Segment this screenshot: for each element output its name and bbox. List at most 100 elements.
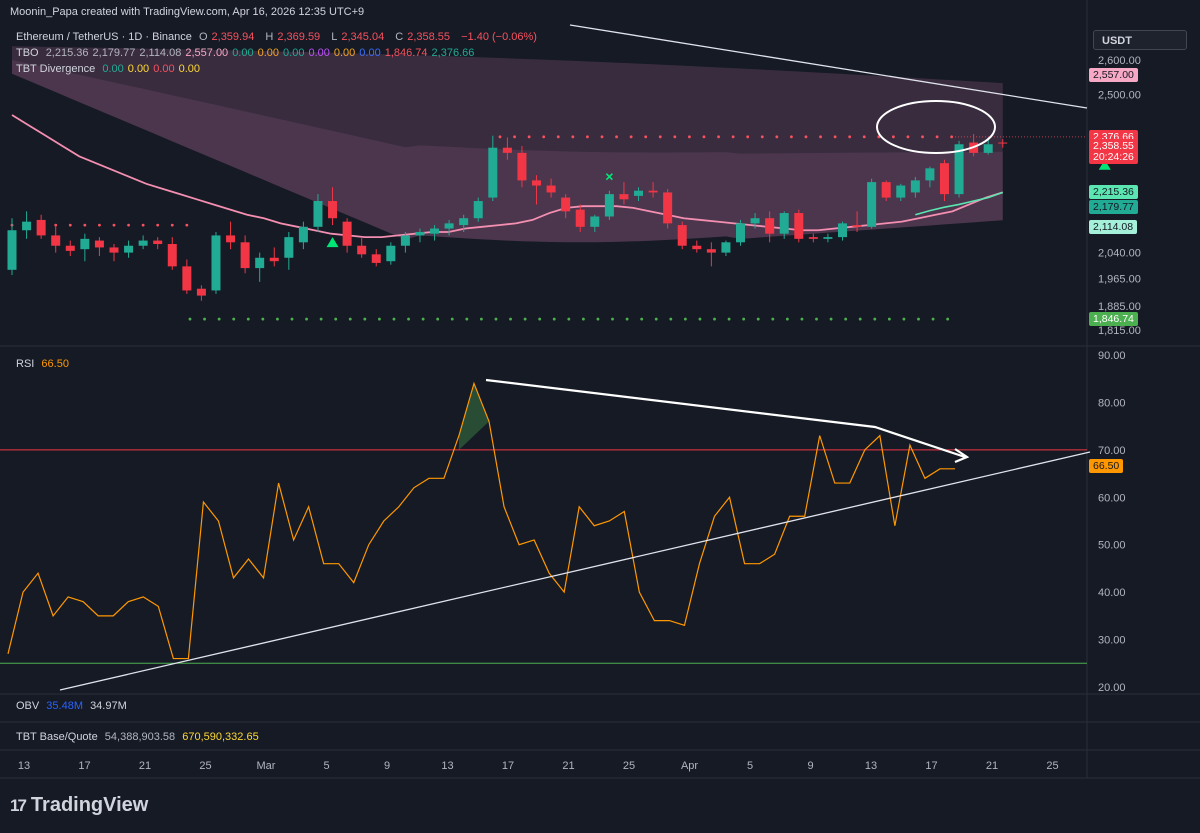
candle-up [459, 218, 469, 226]
candle-up [590, 216, 600, 227]
candle-up [7, 230, 17, 270]
support-dot [713, 317, 716, 321]
support-dot [567, 317, 571, 321]
symbol-name[interactable]: Ethereum / TetherUS · 1D · Binance [16, 31, 192, 43]
divergence-legend[interactable]: TBT Divergence 0.00 0.00 0.00 0.00 [16, 63, 204, 75]
candle-up [313, 201, 323, 227]
candle-down [532, 180, 542, 186]
candle-down [998, 142, 1008, 144]
obv-name: OBV [16, 700, 40, 712]
obv-legend[interactable]: OBV 35.48M 34.97M [16, 700, 131, 712]
support-dot [509, 317, 512, 321]
support-dot [800, 317, 804, 321]
resistance-dot [702, 135, 706, 139]
close-value: 2,358.55 [407, 31, 451, 43]
support-dot [188, 317, 192, 321]
candle-up [488, 147, 498, 198]
support-dot [334, 317, 338, 321]
time-axis-label: 21 [986, 760, 998, 772]
candle-down [342, 221, 352, 246]
resistance-dot [717, 135, 720, 139]
support-dot [523, 317, 527, 321]
time-axis-label: 9 [807, 760, 813, 772]
candle-up [80, 238, 90, 250]
candle-up [604, 194, 614, 217]
tradingview-logo-icon: 17 [10, 795, 27, 815]
candle-up [896, 185, 906, 198]
time-axis-label: 5 [747, 760, 753, 772]
support-dot [873, 317, 877, 321]
candle-down [939, 163, 949, 195]
support-dot [538, 317, 542, 321]
resistance-dot [848, 135, 852, 139]
tbo-value-11: 2,376.66 [431, 47, 475, 59]
time-axis-label: 13 [865, 760, 877, 772]
candle-down [517, 152, 527, 181]
candle-down [706, 249, 716, 253]
resistance-dot [906, 135, 910, 139]
time-axis-label: 25 [1046, 760, 1058, 772]
tbo-value-5: 0.00 [257, 47, 280, 59]
support-dot [378, 317, 381, 321]
resistance-dot [746, 135, 750, 139]
support-dot [203, 317, 206, 321]
rsi-axis-label: 70.00 [1098, 445, 1126, 457]
currency-button[interactable]: USDT [1093, 30, 1187, 50]
time-axis-label: 13 [18, 760, 30, 772]
support-dot [407, 317, 410, 321]
candle-up [284, 237, 294, 258]
tradingview-chart[interactable]: 2,600.002,500.002,040.001,965.001,885.00… [0, 0, 1200, 833]
support-dot [232, 317, 236, 321]
candle-down [561, 197, 571, 212]
high-value: 2,369.59 [277, 31, 321, 43]
support-dot [844, 317, 848, 321]
support-dot [348, 317, 352, 321]
rsi-value: 66.50 [41, 358, 69, 370]
tbo-value-8: 0.00 [333, 47, 356, 59]
base-quote-name: TBT Base/Quote [16, 731, 98, 743]
support-dot [771, 317, 775, 321]
candle-up [750, 218, 760, 224]
resistance-dot [804, 135, 808, 139]
support-dot [392, 317, 396, 321]
base-quote-legend[interactable]: TBT Base/Quote 54,388,903.58 670,590,332… [16, 731, 263, 743]
resistance-dot [68, 223, 72, 227]
candle-up [22, 221, 32, 231]
support-dot [683, 317, 687, 321]
resistance-dot [775, 135, 779, 139]
price-tag: 2,215.36 [1089, 185, 1138, 200]
time-axis-label: 17 [502, 760, 514, 772]
price-axis-label: 2,600.00 [1098, 55, 1141, 67]
price-axis-label: 1,965.00 [1098, 273, 1141, 285]
resistance-dot [586, 135, 589, 139]
support-dot [276, 317, 279, 321]
candle-up [983, 144, 993, 153]
divergence-name: TBT Divergence [16, 63, 96, 75]
support-dot [261, 317, 265, 321]
support-dot [742, 317, 746, 321]
resistance-dot [542, 135, 546, 139]
obv-value-2: 34.97M [90, 700, 127, 712]
support-dot [290, 317, 294, 321]
candle-up [867, 182, 877, 227]
support-dot [436, 317, 440, 321]
support-dot [421, 317, 425, 321]
rsi-overbought-fill [458, 383, 490, 450]
candle-up [298, 226, 308, 243]
rsi-legend[interactable]: RSI 66.50 [16, 358, 73, 370]
support-dot [640, 317, 644, 321]
tbo-legend[interactable]: TBO 2,215.36 2,179.77 2,114.08 2,557.00 0.00… [16, 47, 478, 59]
candle-down [357, 245, 367, 255]
candle-down [328, 201, 338, 219]
support-dot [858, 317, 862, 321]
support-dot [465, 317, 469, 321]
open-value: 2,359.94 [211, 31, 255, 43]
support-dot [480, 317, 483, 321]
support-dot [829, 317, 833, 321]
buy-signal-triangle [326, 237, 339, 248]
candle-up [211, 235, 221, 291]
candle-down [619, 194, 629, 200]
resistance-dot [156, 223, 160, 227]
resistance-dot [658, 135, 662, 139]
resistance-dot [112, 223, 116, 227]
